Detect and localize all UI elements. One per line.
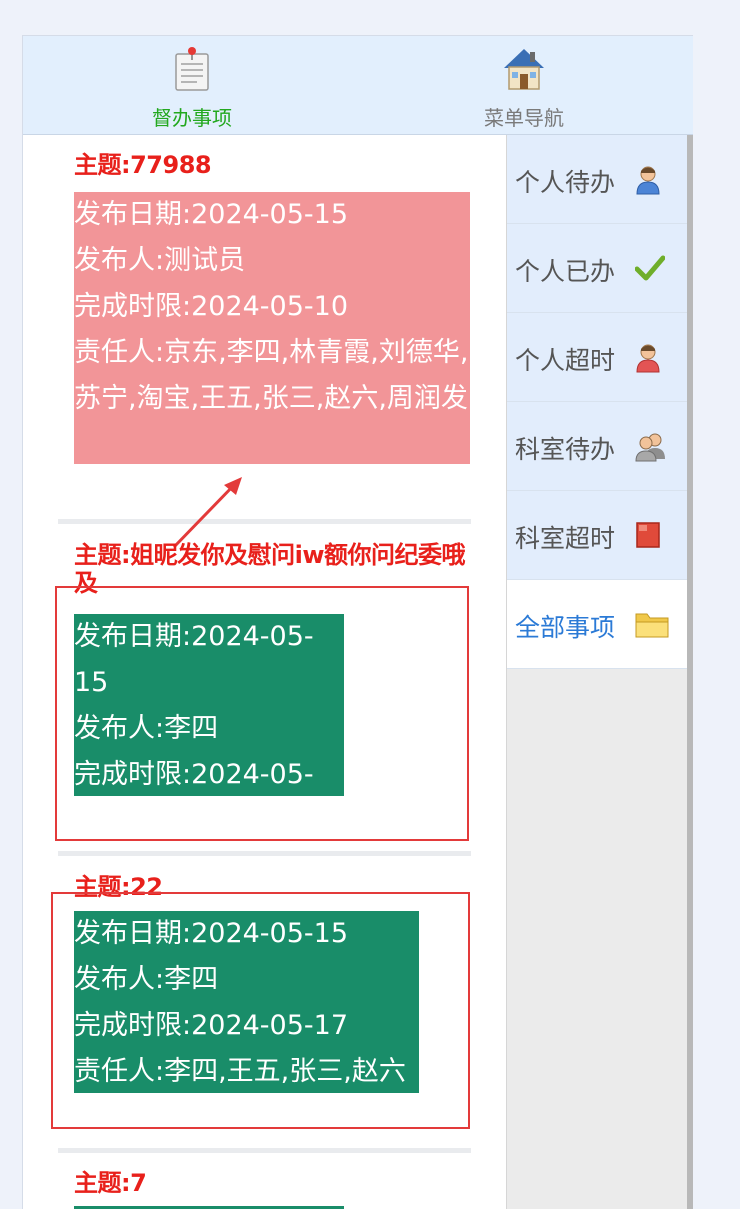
sidebar-item-label: 个人已办 bbox=[515, 257, 616, 286]
publish-date: 发布日期:2024-05-15 bbox=[74, 199, 349, 230]
publisher: 发布人:测试员 bbox=[74, 245, 246, 276]
item-details[interactable]: 发布日期:2024-05-15 发布人:李四 完成时限:2024-05-17 责… bbox=[74, 614, 344, 882]
item-title[interactable]: 主题:77988 bbox=[74, 151, 484, 179]
sidebar-item-label: 全部事项 bbox=[515, 613, 616, 642]
sidebar-item-dept-todo[interactable]: 科室待办 bbox=[507, 402, 687, 491]
sidebar-item-all-items[interactable]: 全部事项 bbox=[507, 580, 687, 669]
sidebar-item-personal-overdue[interactable]: 个人超时 bbox=[507, 313, 687, 402]
sidebar-item-personal-done[interactable]: 个人已办 bbox=[507, 224, 687, 313]
item-title[interactable]: 主题:7 bbox=[74, 1169, 484, 1197]
sidebar-item-label: 个人待办 bbox=[515, 168, 616, 197]
red-square-icon bbox=[635, 521, 661, 553]
item-details[interactable]: 发布日期:2024-05-15 发布人:测试员 完成时限:2024-05-10 … bbox=[74, 192, 470, 464]
sidebar: 个人待办 个人已办 个人超时 科室待办 科室超时 全部事项 bbox=[506, 135, 693, 1209]
divider bbox=[58, 1148, 471, 1153]
publish-date: 发布日期:2024-05-15 bbox=[74, 621, 314, 698]
sidebar-item-label: 科室待办 bbox=[515, 435, 616, 464]
sidebar-item-label: 科室超时 bbox=[515, 524, 616, 553]
responsible-persons: 责任人:李四,王五,张三,赵六 bbox=[74, 1056, 406, 1087]
item-details[interactable]: 发布日期:2024-05-15 发布人:李四 完成时限:2024-05-17 责… bbox=[74, 911, 419, 1093]
sidebar-item-personal-todo[interactable]: 个人待办 bbox=[507, 135, 687, 224]
group-icon bbox=[635, 432, 667, 466]
folder-icon bbox=[635, 610, 669, 642]
tab-label: 菜单导航 bbox=[484, 106, 564, 130]
divider bbox=[58, 851, 471, 856]
top-tab-bar: 督办事项 菜单导航 bbox=[23, 36, 693, 135]
notepad-pin-icon bbox=[172, 46, 212, 96]
supervision-list: 主题:77988 发布日期:2024-05-15 发布人:测试员 完成时限:20… bbox=[23, 135, 506, 1209]
publish-date: 发布日期:2024-05-15 bbox=[74, 918, 349, 949]
person-red-icon bbox=[635, 343, 661, 377]
responsible-persons: 责任人:京东,李四,林青霞,刘德华,苏宁,淘宝,王五,张三,赵六,周润发 bbox=[74, 337, 469, 414]
deadline: 完成时限:2024-05-17 bbox=[74, 759, 314, 836]
deadline: 完成时限:2024-05-10 bbox=[74, 291, 349, 322]
deadline: 完成时限:2024-05-17 bbox=[74, 1010, 349, 1041]
person-blue-icon bbox=[635, 165, 661, 199]
tab-menu-navigation[interactable]: 菜单导航 bbox=[424, 36, 624, 134]
publisher: 发布人:李四 bbox=[74, 964, 219, 995]
publisher: 发布人:李四 bbox=[74, 713, 219, 744]
app-window: 督办事项 菜单导航 主题:77988 发布日期:2024-05-15 发布人:测… bbox=[22, 35, 693, 1209]
divider bbox=[58, 519, 471, 524]
tab-label: 督办事项 bbox=[152, 106, 232, 130]
checkmark-icon bbox=[634, 254, 666, 286]
tab-supervision-items[interactable]: 督办事项 bbox=[92, 36, 292, 134]
scrollbar[interactable] bbox=[687, 135, 693, 1209]
sidebar-item-label: 个人超时 bbox=[515, 346, 616, 375]
house-icon bbox=[502, 46, 546, 96]
sidebar-item-dept-overdue[interactable]: 科室超时 bbox=[507, 491, 687, 580]
